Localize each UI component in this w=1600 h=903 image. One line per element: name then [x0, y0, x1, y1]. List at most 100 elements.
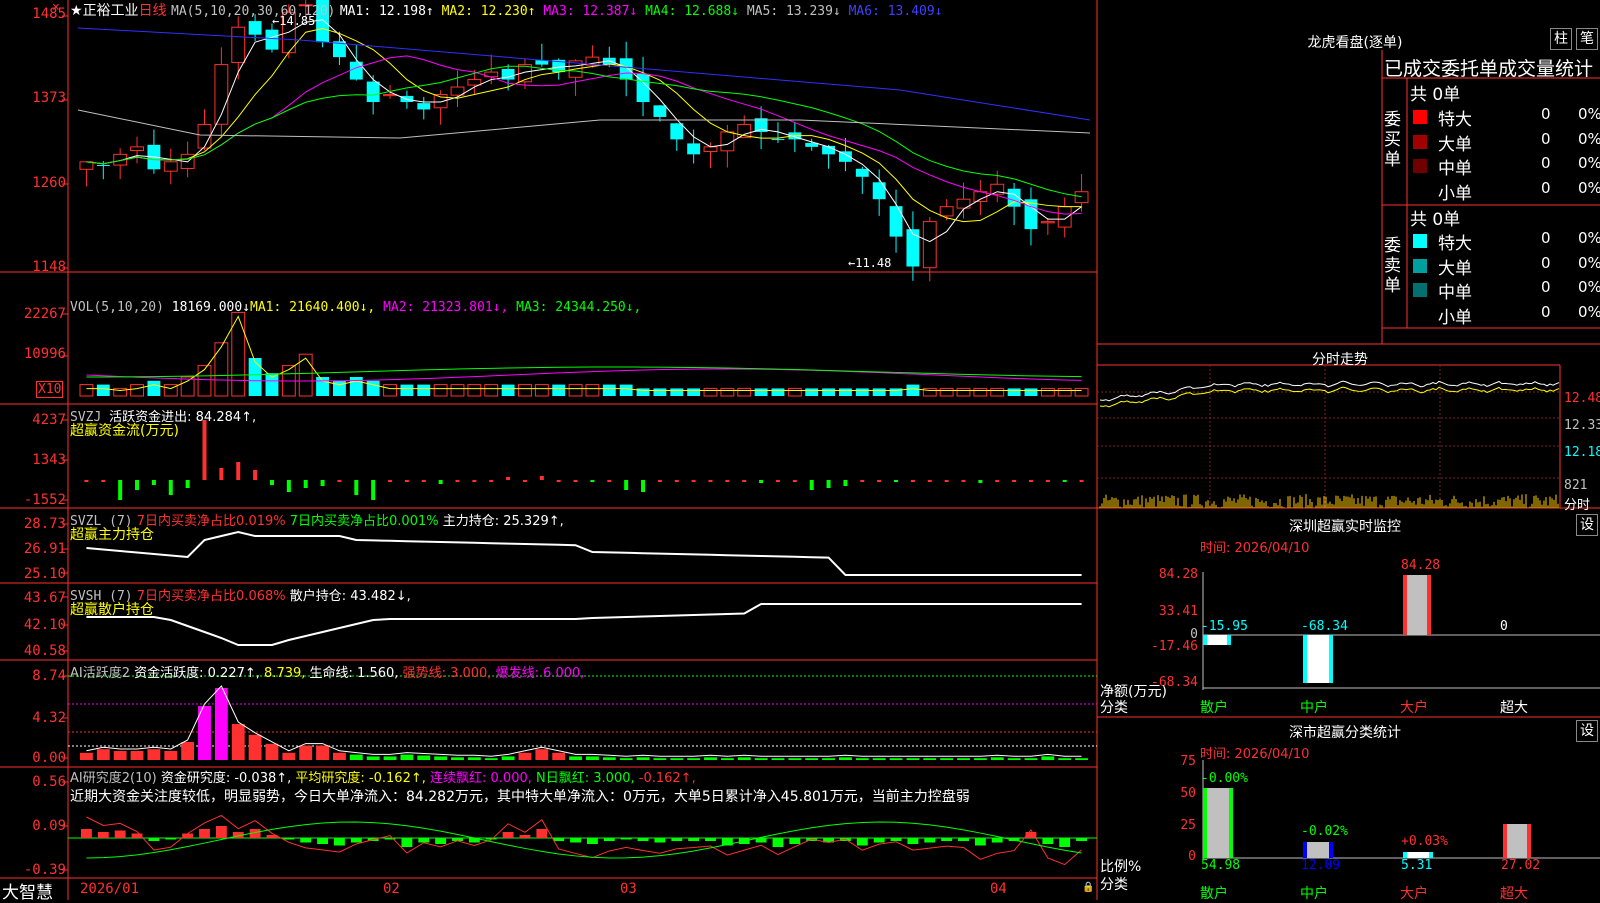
ma-value-3: MA3: 12.387↓	[535, 4, 638, 19]
svsh-c: 散户持仓: 43.482↓,	[289, 589, 411, 604]
ai2-c: 连续飘红: 0.000,	[430, 771, 532, 786]
volume-bar	[737, 387, 752, 397]
volume-bar	[839, 388, 852, 396]
candle-body	[96, 164, 110, 166]
buy-row-pct: 0%	[1578, 129, 1600, 148]
flow-bar	[995, 480, 1000, 482]
research-bar	[890, 838, 902, 841]
research-bar	[165, 838, 177, 840]
volume-bar	[316, 377, 329, 396]
ai1-d: 强势线: 3.000,	[402, 666, 492, 681]
volume-bar	[552, 384, 566, 396]
activity-bar	[720, 758, 734, 760]
activity-bar	[316, 745, 329, 760]
ma-value-2: MA2: 12.230↑	[433, 4, 536, 19]
ai1-e: 爆发线: 6.000,	[495, 666, 585, 681]
research-bar	[856, 838, 868, 846]
sz-bar-edge	[1227, 635, 1231, 645]
vol-unit-badge[interactable]: X10	[36, 381, 64, 398]
research-bar	[401, 838, 413, 847]
volume-bar	[771, 388, 785, 396]
ai1-a: 资金活跃度: 0.227↑,	[134, 666, 260, 681]
sz-axis-1: 84.28	[1158, 567, 1198, 582]
research-bar	[300, 838, 312, 843]
research-bar	[1076, 838, 1087, 841]
svzl-c: 主力持仓: 25.329↑,	[442, 514, 564, 529]
sell-row-count: 0	[1541, 302, 1551, 321]
candle-body	[163, 161, 178, 172]
research-bar	[570, 838, 581, 843]
main-header: ★正裕工业日线 MA(5,10,20,30,60,120) MA1: 12.19…	[70, 0, 943, 20]
sz-bar-2	[1303, 635, 1333, 683]
sz-cat-2: 中户	[1300, 700, 1328, 716]
axis-vol-2: 10996	[23, 346, 66, 362]
buy-color-swatch	[1413, 184, 1427, 198]
flow-bar	[944, 480, 949, 482]
vol-label: VOL(5,10,20)	[70, 300, 164, 315]
flow-bar	[253, 470, 258, 480]
fl-cat-2: 中户	[1300, 886, 1328, 902]
axis-main-2: 1373	[32, 90, 66, 106]
ma-value-1: MA1: 12.198↑	[339, 4, 434, 19]
period-label[interactable]: 日线	[139, 3, 167, 19]
ai1-header: AI活跃度2 资金活跃度: 0.227↑, 8.739, 生命线: 1.560,…	[70, 662, 584, 681]
candle-body	[771, 139, 785, 141]
research-bar	[873, 838, 885, 843]
activity-bar	[451, 757, 464, 760]
research-bar	[502, 832, 514, 838]
fl-bar-edge	[1329, 842, 1333, 858]
stats-tabs[interactable]: 已成交委托单成交量统计	[1384, 54, 1593, 81]
candle-body	[872, 182, 886, 200]
tick-mode-button[interactable]: 笔	[1576, 28, 1598, 50]
retail-line	[86, 603, 1082, 646]
brand-logo[interactable]: 大智慧	[2, 878, 53, 903]
ma-value-2: MA2: 21323.801↓,	[375, 300, 509, 315]
fenshi-axis-4: 821	[1564, 478, 1588, 493]
fl-change-2: -0.02%	[1301, 824, 1348, 839]
activity-bar	[484, 758, 498, 760]
chart-canvas[interactable]	[0, 0, 1600, 900]
flow-bar	[303, 480, 308, 488]
volume-bar	[1007, 388, 1021, 396]
flow-bar	[1012, 480, 1017, 482]
sz-bar-edge	[1403, 575, 1407, 635]
svsh-subtitle: 超赢散户持仓	[70, 602, 154, 618]
volume-bar	[568, 384, 583, 397]
sell-row-pct: 0%	[1578, 253, 1600, 272]
longhu-title: 龙虎看盘(逐单)	[1307, 35, 1403, 51]
flow-bar	[185, 480, 190, 488]
flow-bar	[421, 480, 426, 482]
fl-change-3: +0.03%	[1401, 834, 1448, 849]
flow-bar	[84, 480, 89, 482]
bar-mode-button[interactable]: 柱	[1550, 28, 1572, 50]
flow-bar	[337, 480, 342, 482]
research-bar	[81, 829, 92, 838]
sell-row-name: 大单	[1438, 258, 1472, 279]
activity-bar	[552, 752, 566, 760]
candle-body	[467, 79, 482, 86]
fenshi-title: 分时走势	[1312, 352, 1368, 368]
ai1-label: AI活跃度2	[70, 666, 130, 681]
lock-icon[interactable]: 🔒	[1082, 882, 1094, 893]
flow-bar	[725, 480, 730, 482]
flow-bar	[657, 480, 662, 482]
sz-bar-1	[1203, 635, 1231, 645]
candle-body	[906, 229, 920, 267]
flow-bar	[168, 480, 173, 495]
flow-bar	[219, 468, 224, 480]
flow-bar	[455, 480, 460, 482]
fl-pct-2: 12.09	[1301, 858, 1341, 873]
research-bar	[654, 838, 666, 843]
volume-bar	[602, 384, 616, 396]
sz-settings-button[interactable]: 设	[1576, 514, 1598, 536]
favorite-star-icon[interactable]: ★	[70, 3, 83, 19]
fl-axis-1: 75	[1180, 754, 1196, 769]
flow-bar	[269, 480, 274, 485]
volume-bar	[1074, 387, 1089, 397]
vol-value: 18169.000↓	[171, 300, 251, 315]
fenshi-sub: 分时	[1564, 498, 1591, 513]
fl-settings-button[interactable]: 设	[1576, 720, 1598, 742]
svzl-b: 7日内买卖净占比0.001%	[289, 514, 439, 529]
ai1-b: 8.739,	[264, 666, 306, 681]
fl-bar-edge	[1303, 842, 1307, 858]
